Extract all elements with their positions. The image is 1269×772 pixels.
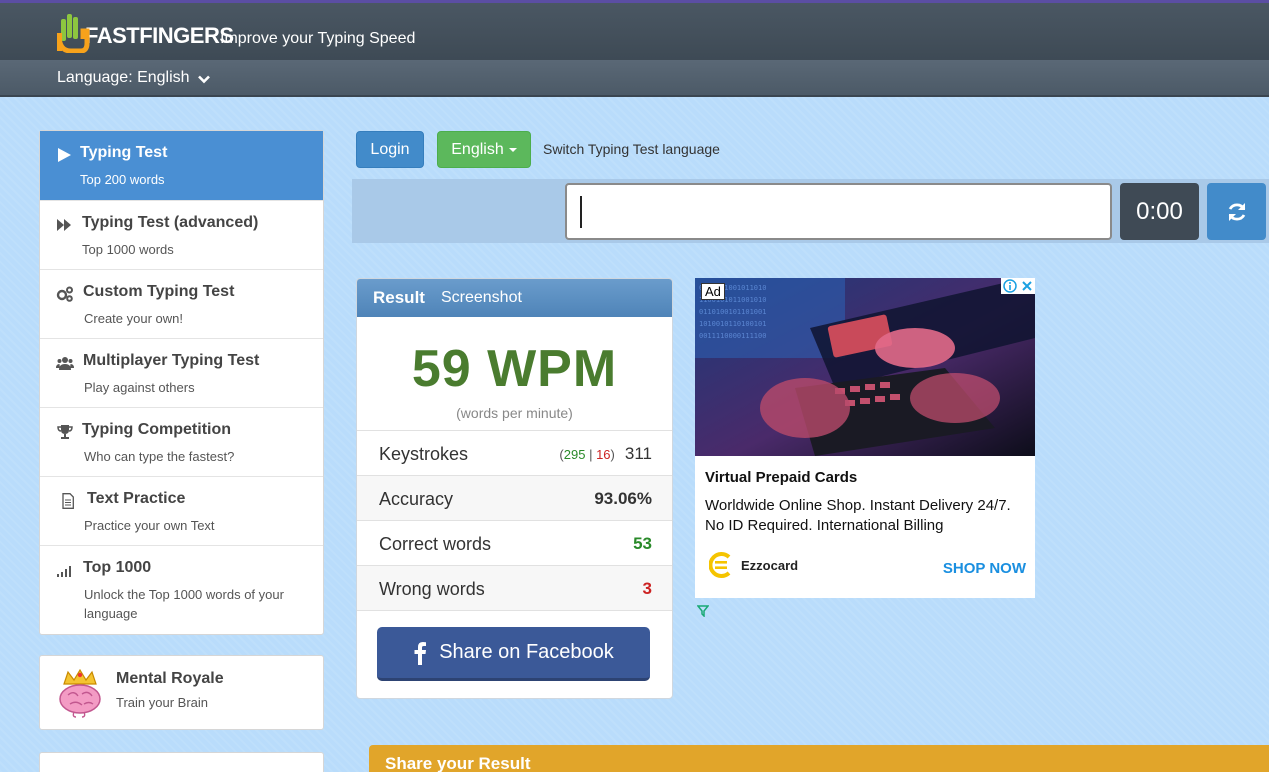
play-icon [58, 148, 71, 162]
logo-text: FASTFINGERS [85, 23, 234, 48]
sidebar-item-typing-test-advanced[interactable]: Typing Test (advanced) Top 1000 words [40, 201, 323, 270]
language-select-label: English [451, 140, 504, 158]
chevron-down-icon [197, 75, 210, 83]
hand-logo-icon [56, 11, 91, 54]
promo-subtitle: Train your Brain [116, 695, 208, 710]
keystrokes-label: Keystrokes [379, 444, 469, 464]
accuracy-label: Accuracy [379, 489, 454, 509]
ad-controls[interactable] [1001, 278, 1035, 294]
ad-brand: Ezzocard [709, 551, 798, 579]
ad-image: 0101101001011010 1100101011001010 0110100… [695, 278, 1035, 456]
result-row-keystrokes: Keystrokes (295 | 16) 311 [357, 431, 672, 476]
result-title: Result [373, 288, 425, 307]
keystrokes-wrong: 16 [596, 447, 611, 462]
top-header: FASTFINGERS Improve your Typing Speed [0, 0, 1269, 60]
accuracy-value: 93.06% [594, 489, 652, 508]
sidebar-item-custom-typing-test[interactable]: Custom Typing Test Create your own! [40, 270, 323, 339]
result-row-correct-words: Correct words 53 [357, 521, 672, 566]
sidebar-item-subtitle: Unlock the Top 1000 words of your langua… [84, 587, 284, 621]
sidebar-item-title: Text Practice [87, 490, 186, 507]
info-icon[interactable] [1003, 279, 1017, 293]
svg-text:0011110000111100: 0011110000111100 [699, 332, 766, 340]
keystrokes-value: (295 | 16) 311 [559, 444, 652, 464]
keystrokes-total: 311 [624, 444, 652, 463]
sidebar-item-title: Typing Test [80, 144, 168, 161]
sidebar-item-multiplayer[interactable]: Multiplayer Typing Test Play against oth… [40, 339, 323, 408]
keystrokes-correct: 295 [563, 447, 586, 462]
caret-down-icon [508, 147, 517, 152]
result-table: Keystrokes (295 | 16) 311 Accuracy 93.06… [357, 430, 672, 611]
sidebar-item-subtitle: Top 200 words [80, 172, 165, 187]
language-dropdown-toggle[interactable]: Language: English [57, 69, 210, 87]
sidebar-item-subtitle: Create your own! [84, 311, 183, 326]
svg-text:0110100101101001: 0110100101101001 [699, 308, 766, 316]
share-result-bar: Share your Result [369, 745, 1269, 772]
sidebar-item-title: Multiplayer Typing Test [83, 352, 260, 369]
result-header: Result Screenshot [357, 279, 672, 317]
timer: 0:00 [1120, 183, 1199, 240]
result-panel: Result Screenshot 59 WPM (words per minu… [356, 278, 673, 699]
ad-banner[interactable]: 0101101001011010 1100101011001010 0110100… [695, 278, 1035, 598]
language-bar: Language: English [0, 60, 1269, 97]
sidebar-item-subtitle: Top 1000 words [82, 242, 174, 257]
sidebar-item-subtitle: Who can type the fastest? [84, 449, 235, 464]
screenshot-link[interactable]: Screenshot [441, 289, 522, 307]
typing-input[interactable] [565, 183, 1112, 240]
switch-language-text: Switch Typing Test language [543, 141, 720, 157]
tagline: Improve your Typing Speed [220, 30, 416, 47]
correct-words-label: Correct words [379, 534, 492, 554]
sidebar-item-text-practice[interactable]: Text Practice Practice your own Text [40, 477, 323, 546]
sidebar-next-panel [39, 752, 324, 772]
sidebar-item-title: Typing Competition [82, 421, 232, 438]
sidebar-item-top-1000[interactable]: Top 1000 Unlock the Top 1000 words of yo… [40, 546, 323, 634]
gears-icon [56, 286, 73, 302]
ad-title: Virtual Prepaid Cards [705, 469, 858, 486]
sidebar-item-title: Typing Test (advanced) [82, 214, 259, 231]
wpm-value: 59 WPM [411, 340, 618, 398]
sidebar-item-typing-test[interactable]: Typing Test Top 200 words [40, 131, 323, 201]
wrong-words-label: Wrong words [379, 579, 485, 599]
fast-forward-icon [57, 219, 71, 231]
ad-shop-now-button[interactable]: SHOP NOW [943, 560, 1026, 577]
signal-bars-icon [57, 566, 71, 577]
sidebar-item-typing-competition[interactable]: Typing Competition Who can type the fast… [40, 408, 323, 477]
users-icon [56, 357, 74, 370]
sidebar-promo-mental-royale[interactable]: Mental Royale Train your Brain [39, 655, 324, 730]
refresh-icon [1228, 202, 1245, 221]
ad-description: Worldwide Online Shop. Instant Delivery … [705, 497, 1011, 534]
sidebar-item-subtitle: Play against others [84, 380, 195, 395]
correct-words-value: 53 [633, 534, 652, 553]
promo-title: Mental Royale [116, 670, 224, 687]
svg-text:1010010110100101: 1010010110100101 [699, 320, 766, 328]
document-icon [62, 493, 74, 509]
keystrokes-breakdown: (295 | 16) [559, 447, 615, 462]
result-row-wrong-words: Wrong words 3 [357, 566, 672, 611]
sidebar-item-title: Custom Typing Test [83, 283, 235, 300]
share-result-title: Share your Result [385, 754, 531, 772]
language-select-button[interactable]: English [437, 131, 531, 168]
ad-badge: Ad [701, 283, 725, 300]
sidebar-item-title: Top 1000 [83, 559, 152, 576]
share-facebook-button[interactable]: Share on Facebook [377, 627, 650, 681]
ad-brand-name: Ezzocard [741, 557, 799, 573]
wrong-words-value: 3 [642, 579, 652, 598]
sidebar-nav: Typing Test Top 200 words Typing Test (a… [39, 130, 324, 635]
brain-icon [59, 668, 101, 718]
reload-button[interactable] [1207, 183, 1266, 240]
text-cursor [580, 196, 582, 228]
ezzocard-logo-icon [709, 552, 731, 578]
trophy-icon [57, 425, 73, 439]
result-row-accuracy: Accuracy 93.06% [357, 476, 672, 521]
sidebar-item-subtitle: Practice your own Text [84, 518, 215, 533]
site-logo[interactable]: FASTFINGERS [56, 11, 234, 54]
login-button[interactable]: Login [356, 131, 424, 168]
facebook-icon [414, 641, 427, 665]
language-toggle-label: Language: English [57, 69, 190, 86]
ad-choices-icon[interactable] [697, 605, 709, 617]
close-icon[interactable] [1021, 280, 1033, 292]
wpm-caption: (words per minute) [456, 405, 573, 421]
facebook-label: Share on Facebook [439, 641, 614, 663]
